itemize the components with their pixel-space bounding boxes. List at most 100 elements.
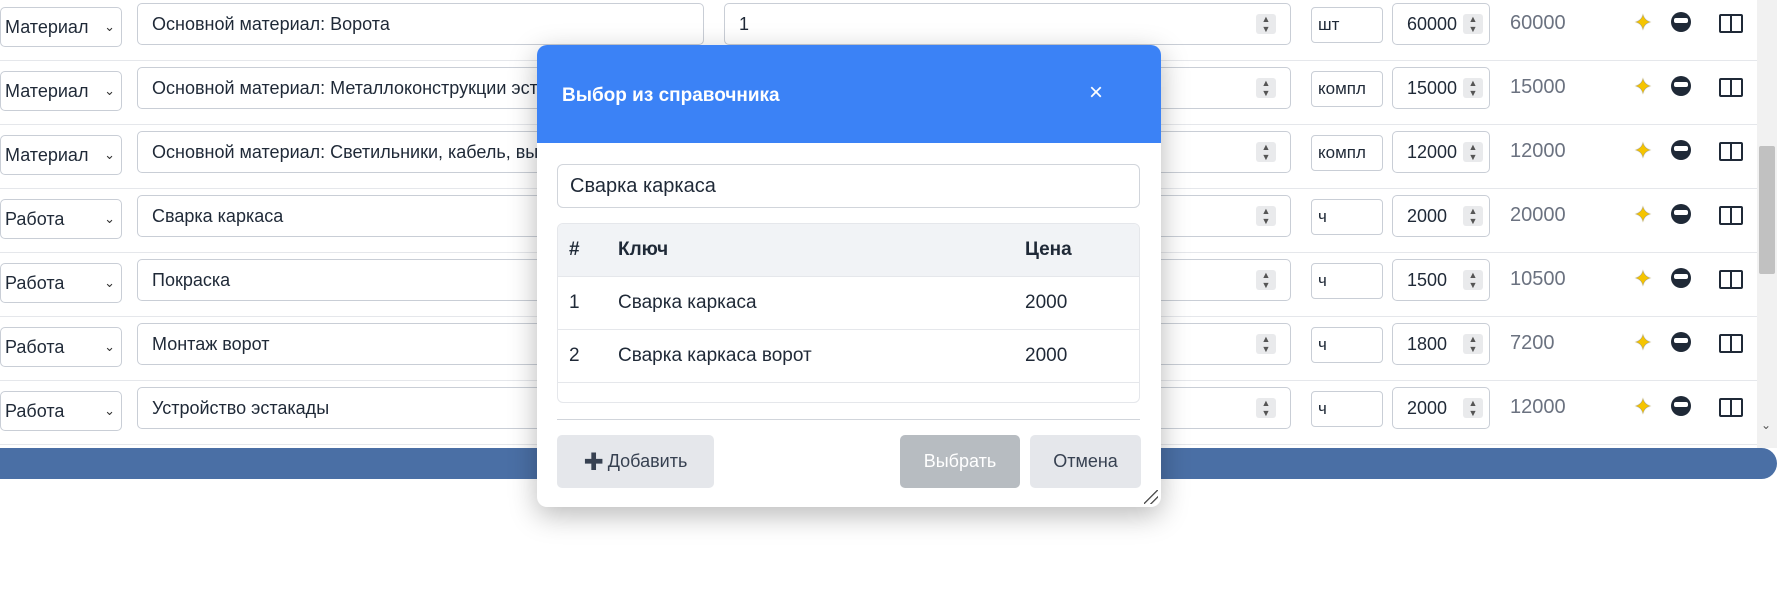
robot-icon[interactable]: [1667, 330, 1695, 358]
row-sum: 60000: [1510, 12, 1566, 34]
scrollbar-thumb[interactable]: [1759, 146, 1775, 274]
type-select[interactable]: Работа ⌄: [0, 327, 122, 367]
row-num: 1: [569, 292, 580, 313]
table-row[interactable]: 1 Сварка каркаса 2000: [558, 277, 1139, 330]
book-icon[interactable]: [1717, 394, 1745, 423]
type-value: Работа: [5, 209, 65, 229]
price-input[interactable]: 2000 ▲ ▼: [1392, 195, 1490, 237]
column-num: #: [569, 239, 580, 260]
spinner-icon[interactable]: ▲ ▼: [1463, 14, 1483, 34]
quantity-value: 1: [739, 14, 750, 34]
type-value: Работа: [5, 401, 65, 421]
results-table: # Ключ Цена 1 Сварка каркаса 2000 2 Свар…: [557, 223, 1140, 403]
row-sum: 15000: [1510, 76, 1566, 98]
close-icon[interactable]: ×: [1084, 81, 1108, 105]
robot-icon[interactable]: [1667, 202, 1695, 230]
row-sum: 10500: [1510, 268, 1566, 290]
sparkle-icon[interactable]: ✦: [1629, 394, 1657, 420]
price-input[interactable]: 1500 ▲ ▼: [1392, 259, 1490, 301]
spinner-icon[interactable]: ▲ ▼: [1463, 398, 1483, 418]
type-select[interactable]: Работа ⌄: [0, 263, 122, 303]
plus-icon: ✚: [583, 449, 604, 476]
robot-icon[interactable]: [1667, 10, 1695, 38]
book-icon[interactable]: [1717, 266, 1745, 295]
chevron-down-icon: ⌄: [104, 275, 115, 290]
unit-input[interactable]: шт: [1311, 7, 1383, 43]
price-input[interactable]: 60000 ▲ ▼: [1392, 3, 1490, 45]
price-input[interactable]: 2000 ▲ ▼: [1392, 387, 1490, 429]
type-select[interactable]: Материал ⌄: [0, 135, 122, 175]
resize-handle-icon[interactable]: [1144, 490, 1158, 504]
chevron-down-icon: ⌄: [104, 147, 115, 162]
modal-title: Выбор из справочника: [562, 85, 780, 106]
spinner-icon[interactable]: ▲ ▼: [1256, 206, 1276, 226]
sparkle-icon[interactable]: ✦: [1629, 202, 1657, 228]
unit-input[interactable]: ч: [1311, 327, 1383, 363]
price-value: 60000: [1407, 14, 1458, 34]
book-icon[interactable]: [1717, 330, 1745, 359]
robot-icon[interactable]: [1667, 74, 1695, 102]
book-icon[interactable]: [1717, 74, 1745, 103]
chevron-down-icon: ⌄: [104, 83, 115, 98]
type-value: Материал: [5, 145, 89, 165]
search-input[interactable]: Сварка каркаса: [557, 164, 1140, 208]
spinner-icon[interactable]: ▲ ▼: [1463, 142, 1483, 162]
table-row[interactable]: 2 Сварка каркаса ворот 2000: [558, 330, 1139, 383]
chevron-down-icon: ⌄: [104, 211, 115, 226]
add-button-label: Добавить: [607, 451, 688, 471]
robot-icon[interactable]: [1667, 138, 1695, 166]
spinner-icon[interactable]: ▲ ▼: [1256, 78, 1276, 98]
cancel-button[interactable]: Отмена: [1030, 435, 1141, 488]
price-value: 2000: [1407, 398, 1448, 418]
type-select[interactable]: Работа ⌄: [0, 391, 122, 431]
book-icon[interactable]: [1717, 138, 1745, 167]
price-input[interactable]: 1800 ▲ ▼: [1392, 323, 1490, 365]
sparkle-icon[interactable]: ✦: [1629, 74, 1657, 100]
scroll-down-icon[interactable]: ⌄: [1761, 418, 1771, 432]
row-sum: 20000: [1510, 204, 1566, 226]
robot-icon[interactable]: [1667, 394, 1695, 422]
price-input[interactable]: 15000 ▲ ▼: [1392, 67, 1490, 109]
spinner-icon[interactable]: ▲ ▼: [1256, 270, 1276, 290]
sparkle-icon[interactable]: ✦: [1629, 138, 1657, 164]
price-value: 2000: [1407, 206, 1448, 226]
spinner-icon[interactable]: ▲ ▼: [1463, 206, 1483, 226]
spinner-icon[interactable]: ▲ ▼: [1256, 334, 1276, 354]
sparkle-icon[interactable]: ✦: [1629, 330, 1657, 356]
spinner-icon[interactable]: ▲ ▼: [1256, 14, 1276, 34]
quantity-input[interactable]: 1 ▲ ▼: [724, 3, 1291, 45]
type-value: Материал: [5, 81, 89, 101]
type-select[interactable]: Материал ⌄: [0, 71, 122, 111]
row-num: 2: [569, 345, 580, 366]
spinner-icon[interactable]: ▲ ▼: [1256, 398, 1276, 418]
select-button[interactable]: Выбрать: [900, 435, 1020, 488]
row-key: Сварка каркаса: [618, 292, 757, 313]
unit-input[interactable]: ч: [1311, 263, 1383, 299]
unit-input[interactable]: компл: [1311, 71, 1383, 107]
book-icon[interactable]: [1717, 202, 1745, 231]
row-sum: 12000: [1510, 140, 1566, 162]
type-select[interactable]: Материал ⌄: [0, 7, 122, 47]
spinner-icon[interactable]: ▲ ▼: [1463, 78, 1483, 98]
spinner-icon[interactable]: ▲ ▼: [1463, 270, 1483, 290]
price-input[interactable]: 12000 ▲ ▼: [1392, 131, 1490, 173]
unit-input[interactable]: ч: [1311, 199, 1383, 235]
sparkle-icon[interactable]: ✦: [1629, 10, 1657, 36]
row-price: 2000: [1025, 292, 1068, 313]
name-input[interactable]: Основной материал: Ворота: [137, 3, 704, 45]
sparkle-icon[interactable]: ✦: [1629, 266, 1657, 292]
type-select[interactable]: Работа ⌄: [0, 199, 122, 239]
type-value: Материал: [5, 17, 89, 37]
row-sum: 12000: [1510, 396, 1566, 418]
unit-input[interactable]: компл: [1311, 135, 1383, 171]
spinner-icon[interactable]: ▲ ▼: [1463, 334, 1483, 354]
add-button[interactable]: ✚ Добавить: [557, 435, 714, 488]
spinner-icon[interactable]: ▲ ▼: [1256, 142, 1276, 162]
type-value: Работа: [5, 337, 65, 357]
book-icon[interactable]: [1717, 10, 1745, 39]
robot-icon[interactable]: [1667, 266, 1695, 294]
price-value: 1500: [1407, 270, 1448, 290]
table-header: # Ключ Цена: [558, 224, 1139, 277]
unit-input[interactable]: ч: [1311, 391, 1383, 427]
type-value: Работа: [5, 273, 65, 293]
